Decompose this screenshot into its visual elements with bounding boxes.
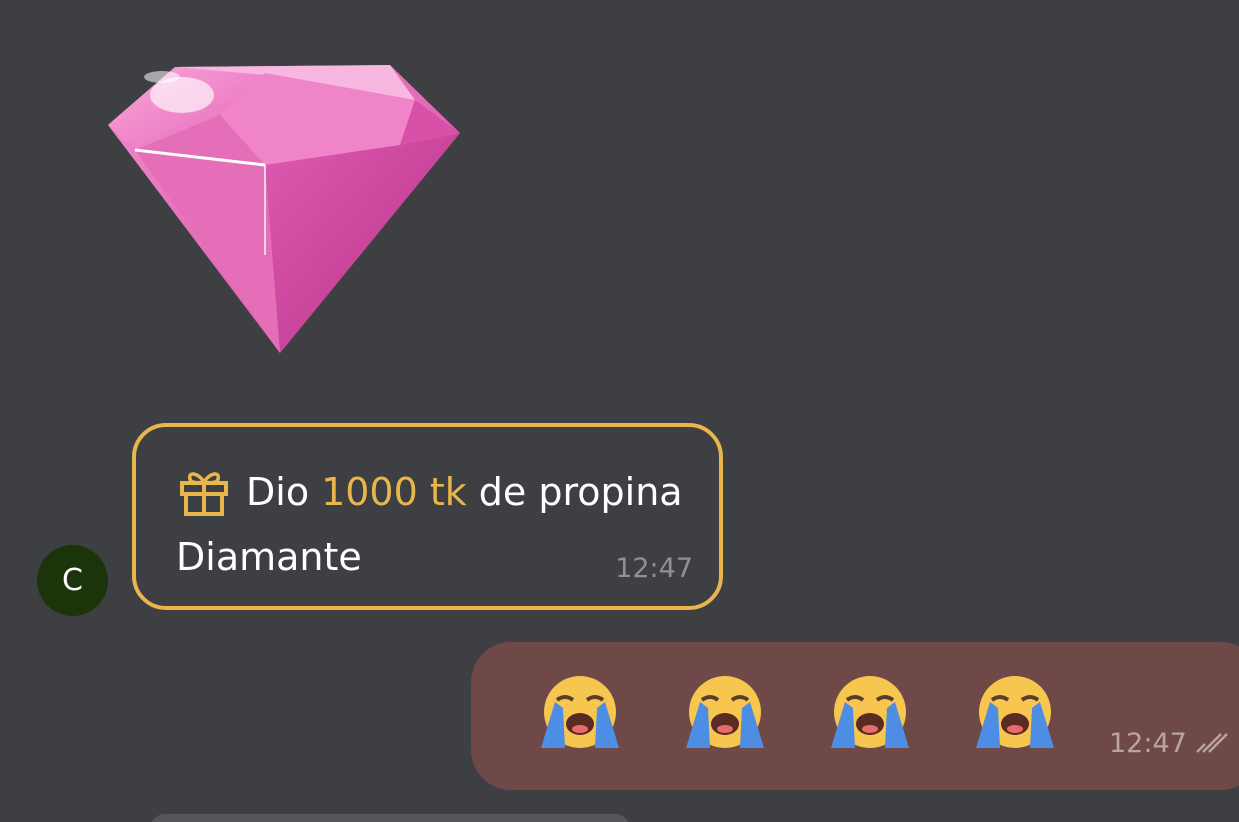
gift-icon xyxy=(180,472,228,516)
double-check-icon xyxy=(1195,732,1228,753)
loudly-crying-face-icon xyxy=(976,676,1054,748)
tip-gift-name: Diamante xyxy=(176,535,362,579)
chat-view: C Dio 1000 tk de propina Diamante 12:47 xyxy=(0,0,1239,822)
avatar-initial: C xyxy=(62,563,83,598)
tip-line: Dio 1000 tk de propina xyxy=(178,467,683,517)
tip-prefix: Dio xyxy=(246,470,310,514)
message-timestamp: 12:47 xyxy=(615,553,693,584)
loudly-crying-face-icon xyxy=(541,676,619,748)
outgoing-message-meta: 12:47 xyxy=(1109,728,1235,759)
message-timestamp: 12:47 xyxy=(1109,728,1187,759)
tip-suffix: de propina xyxy=(478,470,683,514)
pink-diamond-sticker[interactable] xyxy=(100,55,470,360)
loudly-crying-face-icon xyxy=(831,676,909,748)
outgoing-message-bubble[interactable]: 12:47 xyxy=(471,642,1239,790)
tip-amount: 1000 tk xyxy=(321,470,467,514)
avatar[interactable]: C xyxy=(37,545,108,616)
loudly-crying-face-icon xyxy=(686,676,764,748)
tip-message-bubble[interactable]: Dio 1000 tk de propina Diamante 12:47 xyxy=(132,423,723,610)
next-message-bubble[interactable] xyxy=(150,814,630,822)
emoji-row xyxy=(535,672,1060,752)
